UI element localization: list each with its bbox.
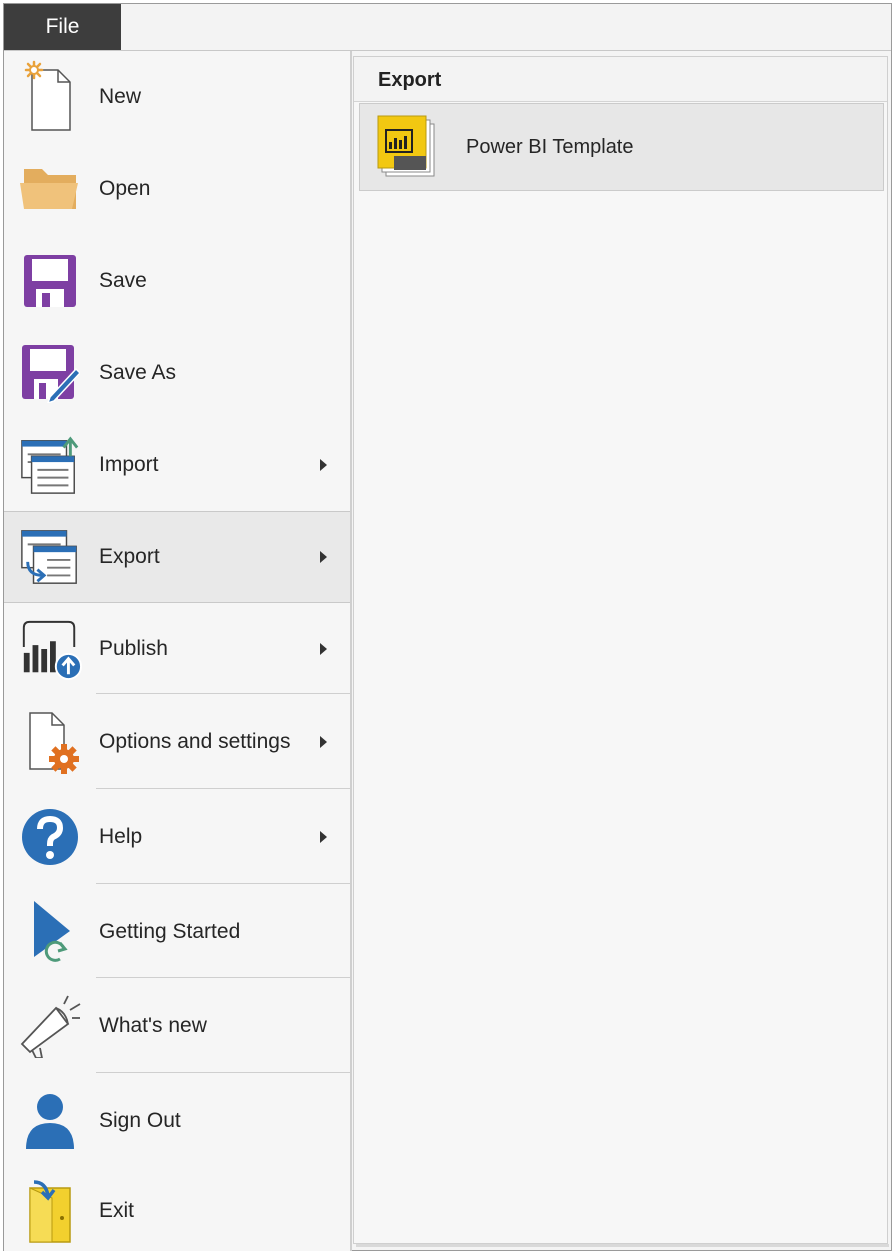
submenu-arrow-icon <box>320 459 327 471</box>
menu-item-import[interactable]: Import <box>4 419 350 511</box>
menu-item-sign-out[interactable]: Sign Out <box>4 1073 350 1168</box>
export-panel-header: Export <box>354 57 887 102</box>
menu-item-open[interactable]: Open <box>4 143 350 235</box>
menu-label-import: Import <box>99 453 159 476</box>
menu-item-getting-started[interactable]: Getting Started <box>4 884 350 979</box>
getting-started-icon <box>18 900 82 964</box>
menu-item-publish[interactable]: Publish <box>4 603 350 695</box>
import-icon <box>18 433 82 497</box>
menu-label-open: Open <box>99 177 151 200</box>
menu-item-exit[interactable]: Exit <box>4 1168 350 1254</box>
file-tab[interactable]: File <box>4 4 121 50</box>
menu-label-whats-new: What's new <box>99 1013 207 1037</box>
menu-label-export: Export <box>99 545 160 568</box>
submenu-arrow-icon <box>320 830 327 843</box>
export-submenu-panel: Export Power BI Template <box>353 56 888 1244</box>
menu-label-new: New <box>99 85 142 108</box>
save-as-icon <box>18 341 82 405</box>
menu-label-options-and-settings: Options and settings <box>99 729 291 753</box>
user-icon <box>18 1089 82 1153</box>
help-icon <box>18 805 82 869</box>
exit-icon <box>18 1179 82 1243</box>
export-icon <box>18 525 82 589</box>
menu-label-publish: Publish <box>99 637 168 660</box>
menu-item-save[interactable]: Save <box>4 235 350 327</box>
menu-item-new[interactable]: New <box>4 51 350 143</box>
menu-item-whats-new[interactable]: What's new <box>4 978 350 1073</box>
power-bi-template-icon <box>372 114 438 180</box>
submenu-arrow-icon <box>320 735 327 748</box>
menu-item-help[interactable]: Help <box>4 789 350 884</box>
folder-icon <box>18 157 82 221</box>
file-menu-list: New Open Save Save As Import Export Publ… <box>4 51 352 1251</box>
menu-label-save: Save <box>99 269 147 292</box>
ribbon-tab-bar: File <box>4 4 891 51</box>
menu-item-save-as[interactable]: Save As <box>4 327 350 419</box>
menu-item-options-and-settings[interactable]: Options and settings <box>4 694 350 789</box>
export-option-power-bi-template[interactable]: Power BI Template <box>359 103 884 191</box>
submenu-arrow-icon <box>320 551 327 563</box>
new-document-icon <box>18 60 82 131</box>
menu-item-export[interactable]: Export <box>4 511 350 603</box>
export-option-label: Power BI Template <box>466 136 634 158</box>
file-menu-window: File New Open Save Save As Import Export… <box>3 3 892 1251</box>
menu-label-help: Help <box>99 824 143 848</box>
export-panel-title: Export <box>378 69 442 91</box>
menu-label-sign-out: Sign Out <box>99 1108 181 1132</box>
menu-label-exit: Exit <box>99 1199 135 1222</box>
submenu-arrow-icon <box>320 643 327 655</box>
megaphone-icon <box>18 994 82 1058</box>
menu-label-getting-started: Getting Started <box>99 919 241 943</box>
publish-icon <box>18 617 82 681</box>
options-gear-icon <box>18 710 82 774</box>
menu-label-save-as: Save As <box>99 361 177 384</box>
save-disk-icon <box>18 249 82 313</box>
panel-bottom-border <box>356 1244 889 1247</box>
